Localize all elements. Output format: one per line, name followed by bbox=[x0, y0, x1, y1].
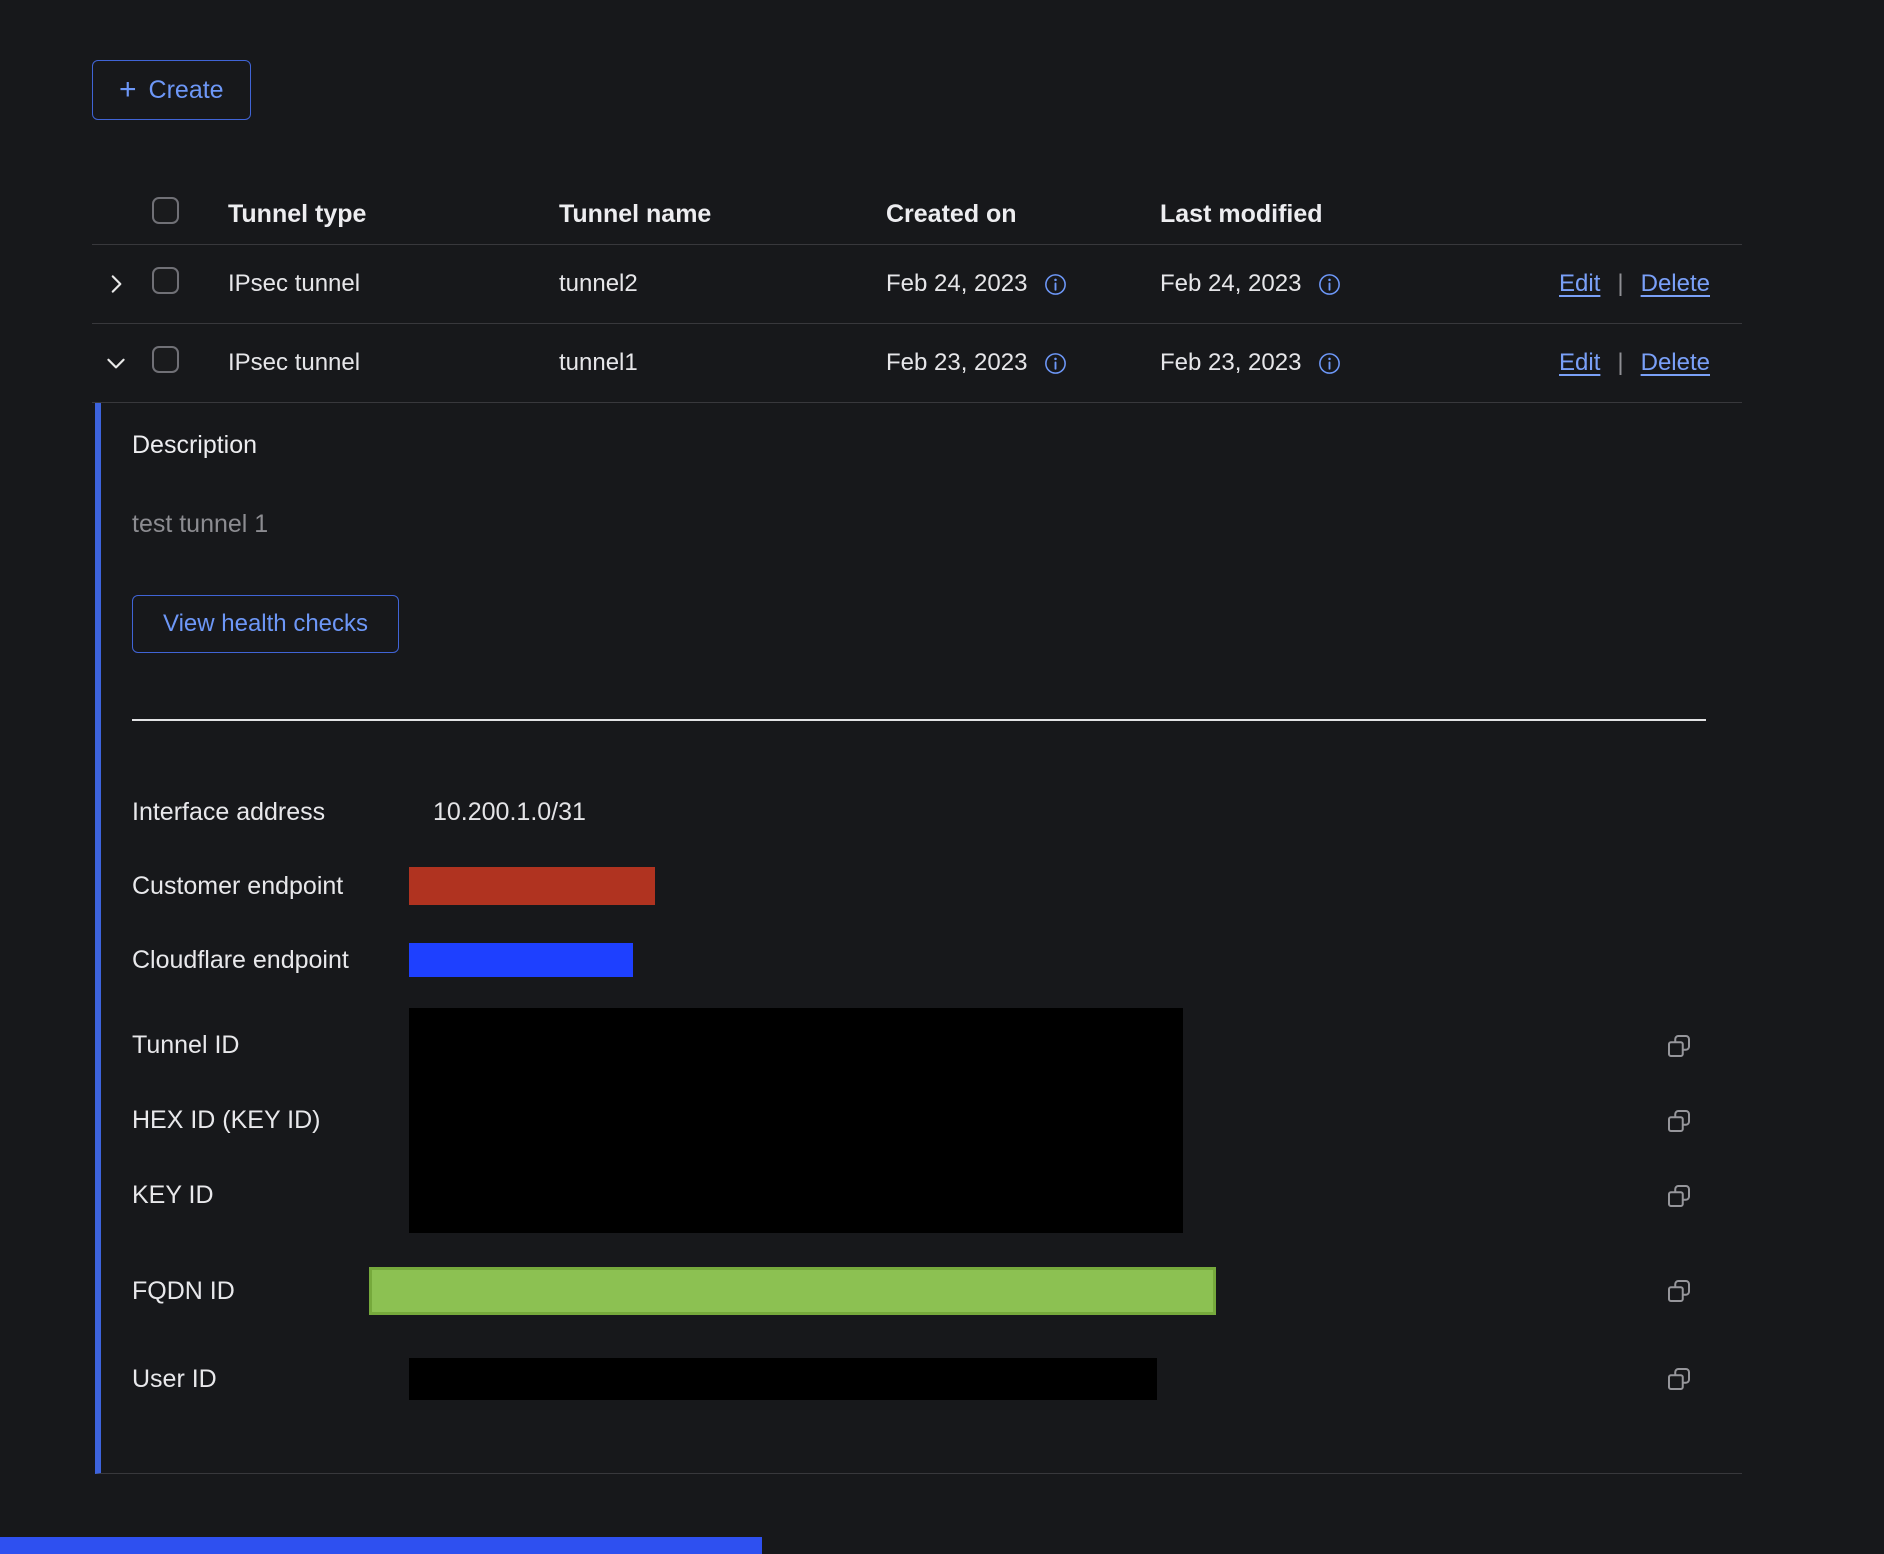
page: + Create Tunnel type Tunnel name Created… bbox=[0, 0, 1884, 1554]
last-modified-cell: Feb 23, 2023 bbox=[1160, 349, 1434, 377]
hex-id-copy-row bbox=[1664, 1083, 1694, 1158]
copy-icon[interactable] bbox=[1664, 1276, 1694, 1306]
tunnel-name-value: tunnel1 bbox=[559, 349, 886, 377]
table-row-tunnel1: IPsec tunnel tunnel1 Feb 23, 2023 Feb 23… bbox=[92, 324, 1742, 403]
interface-address-row: Interface address 10.200.1.0/31 bbox=[132, 775, 1742, 849]
row-checkbox[interactable] bbox=[152, 267, 179, 294]
tunnel-id-label: Tunnel ID bbox=[132, 1008, 409, 1083]
detail-divider bbox=[132, 719, 1706, 721]
tunnel-name-value: tunnel2 bbox=[559, 270, 886, 298]
create-button[interactable]: + Create bbox=[92, 60, 251, 120]
created-on-cell: Feb 24, 2023 bbox=[886, 270, 1160, 298]
copy-icon[interactable] bbox=[1664, 1181, 1694, 1211]
info-icon[interactable] bbox=[1043, 272, 1068, 297]
cloudflare-endpoint-label: Cloudflare endpoint bbox=[132, 946, 409, 975]
select-all-checkbox[interactable] bbox=[152, 197, 179, 224]
row-checkbox-cell bbox=[152, 267, 228, 301]
created-on-cell: Feb 23, 2023 bbox=[886, 349, 1160, 377]
key-id-label: KEY ID bbox=[132, 1158, 409, 1233]
copy-icon[interactable] bbox=[1664, 1364, 1694, 1394]
row-actions: Edit | Delete bbox=[1434, 270, 1742, 298]
chevron-right-icon[interactable] bbox=[98, 266, 134, 302]
description-label: Description bbox=[132, 431, 1742, 460]
hex-id-label: HEX ID (KEY ID) bbox=[132, 1083, 409, 1158]
user-id-label: User ID bbox=[132, 1365, 409, 1394]
copy-icon[interactable] bbox=[1664, 1031, 1694, 1061]
header-tunnel-type: Tunnel type bbox=[228, 200, 559, 229]
chevron-down-icon[interactable] bbox=[98, 345, 134, 381]
detail-fields: Interface address 10.200.1.0/31 Customer… bbox=[132, 775, 1742, 1423]
customer-endpoint-label: Customer endpoint bbox=[132, 872, 409, 901]
ids-section: Tunnel ID HEX ID (KEY ID) KEY ID bbox=[132, 997, 1742, 1233]
tunnel-id-copy-row bbox=[1664, 1008, 1694, 1083]
created-on-value: Feb 24, 2023 bbox=[886, 270, 1027, 298]
customer-endpoint-redaction bbox=[409, 867, 655, 905]
table-header-row: Tunnel type Tunnel name Created on Last … bbox=[92, 184, 1742, 245]
row-checkbox-cell bbox=[152, 346, 228, 380]
last-modified-cell: Feb 24, 2023 bbox=[1160, 270, 1434, 298]
actions-separator: | bbox=[1617, 349, 1623, 377]
plus-icon: + bbox=[119, 75, 137, 105]
fqdn-id-label: FQDN ID bbox=[132, 1277, 409, 1306]
tunnel-type-value: IPsec tunnel bbox=[228, 349, 559, 377]
delete-link[interactable]: Delete bbox=[1641, 270, 1710, 298]
row-checkbox[interactable] bbox=[152, 346, 179, 373]
row-actions: Edit | Delete bbox=[1434, 349, 1742, 377]
create-button-label: Create bbox=[149, 76, 224, 105]
bottom-accent-bar bbox=[0, 1537, 762, 1554]
last-modified-value: Feb 24, 2023 bbox=[1160, 270, 1301, 298]
row-expand-cell bbox=[92, 266, 152, 302]
header-tunnel-name: Tunnel name bbox=[559, 200, 886, 229]
actions-separator: | bbox=[1617, 270, 1623, 298]
ids-labels: Tunnel ID HEX ID (KEY ID) KEY ID bbox=[132, 1008, 409, 1233]
header-last-modified: Last modified bbox=[1160, 200, 1434, 229]
cloudflare-endpoint-redaction bbox=[409, 943, 633, 977]
ids-redaction-block bbox=[409, 1008, 1183, 1233]
tunnel-type-value: IPsec tunnel bbox=[228, 270, 559, 298]
view-health-checks-button[interactable]: View health checks bbox=[132, 595, 399, 653]
customer-endpoint-row: Customer endpoint bbox=[132, 849, 1742, 923]
interface-address-value: 10.200.1.0/31 bbox=[433, 798, 586, 827]
user-id-redaction bbox=[409, 1358, 1157, 1400]
fqdn-id-redaction bbox=[369, 1267, 1216, 1315]
edit-link[interactable]: Edit bbox=[1559, 349, 1600, 377]
info-icon[interactable] bbox=[1317, 272, 1342, 297]
ids-copy-buttons bbox=[1664, 1008, 1694, 1233]
info-icon[interactable] bbox=[1317, 351, 1342, 376]
info-icon[interactable] bbox=[1043, 351, 1068, 376]
edit-link[interactable]: Edit bbox=[1559, 270, 1600, 298]
delete-link[interactable]: Delete bbox=[1641, 349, 1710, 377]
cloudflare-endpoint-row: Cloudflare endpoint bbox=[132, 923, 1742, 997]
row-expand-cell bbox=[92, 345, 152, 381]
table-row-tunnel2: IPsec tunnel tunnel2 Feb 24, 2023 Feb 24… bbox=[92, 245, 1742, 324]
interface-address-label: Interface address bbox=[132, 798, 409, 827]
user-id-row: User ID bbox=[132, 1335, 1742, 1423]
created-on-value: Feb 23, 2023 bbox=[886, 349, 1027, 377]
tunnels-table: Tunnel type Tunnel name Created on Last … bbox=[92, 184, 1742, 1474]
last-modified-value: Feb 23, 2023 bbox=[1160, 349, 1301, 377]
header-created-on: Created on bbox=[886, 200, 1160, 229]
copy-icon[interactable] bbox=[1664, 1106, 1694, 1136]
header-checkbox-cell bbox=[152, 197, 228, 231]
fqdn-id-row: FQDN ID bbox=[132, 1247, 1742, 1335]
description-value: test tunnel 1 bbox=[132, 510, 1742, 539]
key-id-copy-row bbox=[1664, 1158, 1694, 1233]
tunnel-detail-panel: Description test tunnel 1 View health ch… bbox=[95, 403, 1742, 1474]
